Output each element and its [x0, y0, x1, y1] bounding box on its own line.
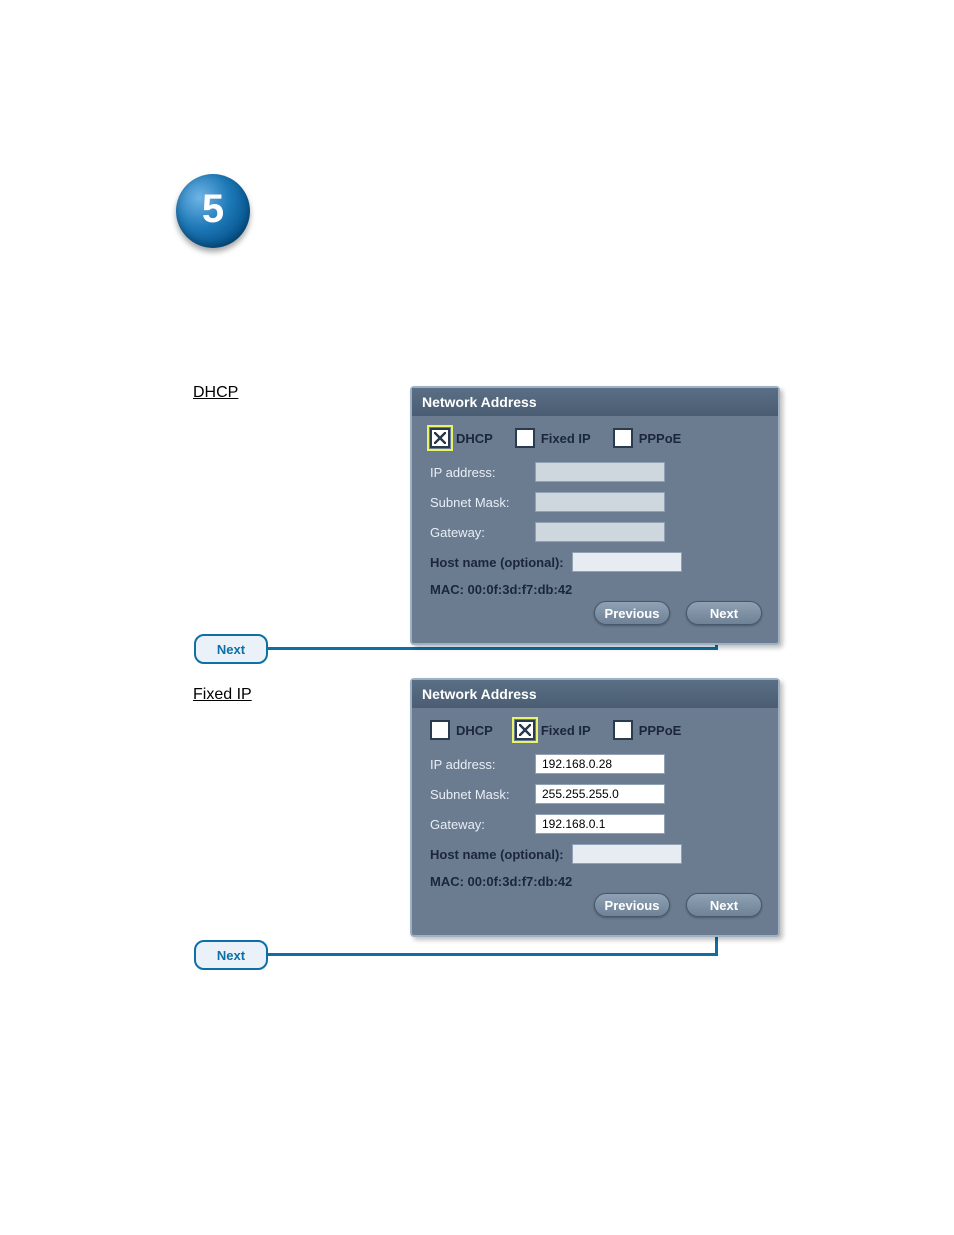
ip-address-input[interactable] — [535, 462, 665, 482]
step-badge: 5 — [176, 174, 250, 248]
checkbox-icon — [515, 720, 535, 740]
field-label: Subnet Mask: — [430, 495, 535, 510]
host-name-input[interactable] — [572, 844, 682, 864]
gateway-input[interactable]: 192.168.0.1 — [535, 814, 665, 834]
connector-line — [268, 953, 718, 956]
previous-button[interactable]: Previous — [594, 893, 670, 917]
checkbox-icon — [613, 428, 633, 448]
option-fixed-ip[interactable]: Fixed IP — [515, 720, 591, 740]
field-label: IP address: — [430, 465, 535, 480]
network-address-panel-fixed: Network Address DHCP Fixed IP PPPoE IP a… — [410, 678, 780, 937]
mac-address-text: MAC: 00:0f:3d:f7:db:42 — [430, 874, 760, 889]
field-label: Gateway: — [430, 525, 535, 540]
mac-address-text: MAC: 00:0f:3d:f7:db:42 — [430, 582, 760, 597]
ip-address-input[interactable]: 192.168.0.28 — [535, 754, 665, 774]
host-name-input[interactable] — [572, 552, 682, 572]
row-gateway: Gateway: — [430, 522, 760, 542]
row-ip-address: IP address: — [430, 462, 760, 482]
network-address-panel-dhcp: Network Address DHCP Fixed IP PPPoE IP a… — [410, 386, 780, 645]
option-label: DHCP — [456, 723, 493, 738]
option-label: PPPoE — [639, 431, 682, 446]
address-mode-options: DHCP Fixed IP PPPoE — [430, 720, 760, 740]
field-label: Subnet Mask: — [430, 787, 535, 802]
option-dhcp[interactable]: DHCP — [430, 428, 493, 448]
row-subnet-mask: Subnet Mask: 255.255.255.0 — [430, 784, 760, 804]
next-chip-b[interactable]: Next — [194, 940, 268, 970]
next-chip-label: Next — [217, 948, 245, 963]
next-button[interactable]: Next — [686, 601, 762, 625]
section-title-dhcp: DHCP — [193, 384, 238, 402]
gateway-input[interactable] — [535, 522, 665, 542]
row-subnet-mask: Subnet Mask: — [430, 492, 760, 512]
section-title-fixed-ip: Fixed IP — [193, 686, 252, 704]
panel-title: Network Address — [412, 388, 778, 416]
previous-button[interactable]: Previous — [594, 601, 670, 625]
option-label: DHCP — [456, 431, 493, 446]
subnet-mask-input[interactable] — [535, 492, 665, 512]
checkbox-icon — [430, 428, 450, 448]
checkbox-icon — [515, 428, 535, 448]
panel-title: Network Address — [412, 680, 778, 708]
connector-line — [268, 647, 718, 650]
next-button[interactable]: Next — [686, 893, 762, 917]
checkbox-icon — [613, 720, 633, 740]
field-label: Host name (optional): — [430, 847, 564, 862]
row-ip-address: IP address: 192.168.0.28 — [430, 754, 760, 774]
address-mode-options: DHCP Fixed IP PPPoE — [430, 428, 760, 448]
option-pppoe[interactable]: PPPoE — [613, 428, 682, 448]
button-bar: Previous Next — [412, 597, 778, 625]
field-label: Host name (optional): — [430, 555, 564, 570]
field-label: IP address: — [430, 757, 535, 772]
checkbox-icon — [430, 720, 450, 740]
next-chip-a[interactable]: Next — [194, 634, 268, 664]
next-chip-label: Next — [217, 642, 245, 657]
row-host-name: Host name (optional): — [430, 552, 760, 572]
row-gateway: Gateway: 192.168.0.1 — [430, 814, 760, 834]
option-label: Fixed IP — [541, 431, 591, 446]
field-label: Gateway: — [430, 817, 535, 832]
option-label: PPPoE — [639, 723, 682, 738]
button-bar: Previous Next — [412, 889, 778, 917]
option-fixed-ip[interactable]: Fixed IP — [515, 428, 591, 448]
option-label: Fixed IP — [541, 723, 591, 738]
subnet-mask-input[interactable]: 255.255.255.0 — [535, 784, 665, 804]
row-host-name: Host name (optional): — [430, 844, 760, 864]
option-dhcp[interactable]: DHCP — [430, 720, 493, 740]
option-pppoe[interactable]: PPPoE — [613, 720, 682, 740]
